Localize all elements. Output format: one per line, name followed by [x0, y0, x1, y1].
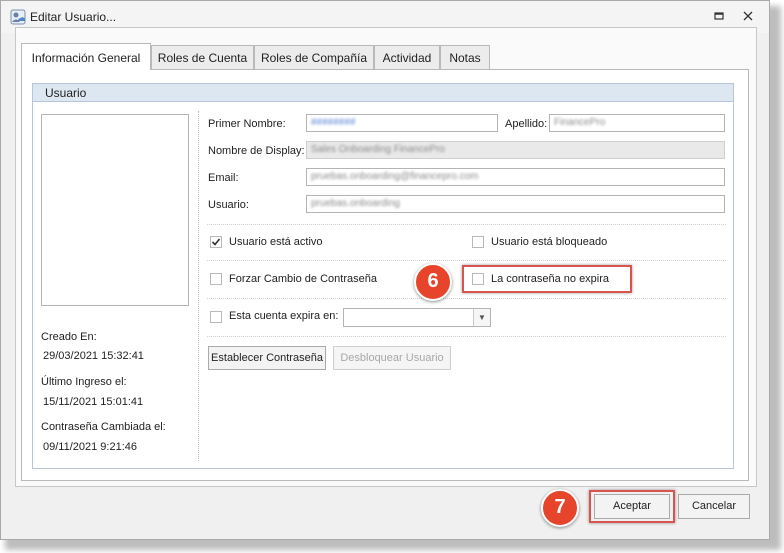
username-input[interactable]: pruebas.onboarding	[306, 195, 725, 213]
display-name-input[interactable]: Sales Onboarding FinancePro	[306, 141, 725, 159]
tab-roles-de-cuenta[interactable]: Roles de Cuenta	[151, 45, 254, 70]
last-name-input[interactable]: FinancePro	[549, 114, 725, 132]
close-icon-glyph	[743, 11, 753, 21]
separator-2	[207, 260, 726, 261]
last-name-value: FinancePro	[554, 117, 606, 128]
locked-checkbox-label: Usuario está bloqueado	[491, 236, 608, 248]
display-name-value: Sales Onboarding FinancePro	[311, 144, 445, 155]
group-title: Usuario	[45, 86, 87, 100]
email-input[interactable]: pruebas.onboarding@financepro.com	[306, 168, 725, 186]
account-expires-checkbox-label: Esta cuenta expira en:	[229, 310, 339, 322]
tab-actividad[interactable]: Actividad	[374, 45, 440, 70]
account-expires-checkbox[interactable]	[210, 311, 222, 323]
expiry-date-combo[interactable]: ▼	[343, 308, 491, 327]
unlock-user-button[interactable]: Desbloquear Usuario	[333, 346, 451, 370]
password-changed-value: 09/11/2021 9:21:46	[43, 441, 137, 453]
first-name-input[interactable]: ########	[306, 114, 498, 132]
window-title: Editar Usuario...	[30, 10, 117, 24]
created-label: Creado En:	[41, 331, 97, 343]
close-icon[interactable]	[741, 10, 755, 24]
highlight-box-no-expire	[462, 265, 632, 293]
user-photo[interactable]	[41, 114, 189, 306]
force-change-checkbox-label: Forzar Cambio de Contraseña	[229, 273, 377, 285]
locked-checkbox[interactable]	[472, 236, 484, 248]
separator-1	[207, 224, 726, 225]
restore-icon[interactable]	[712, 10, 726, 24]
username-value: pruebas.onboarding	[311, 198, 400, 209]
checkmark-icon	[211, 238, 221, 246]
username-label: Usuario:	[208, 199, 249, 211]
force-change-checkbox[interactable]	[210, 273, 222, 285]
first-name-value: ########	[311, 117, 356, 128]
step-marker-7: 7	[541, 489, 579, 527]
last-login-value: 15/11/2021 15:01:41	[43, 396, 144, 408]
restore-icon-glyph	[714, 12, 724, 20]
group-header: Usuario	[33, 84, 733, 102]
set-password-button[interactable]: Establecer Contraseña	[208, 346, 326, 370]
last-name-label: Apellido:	[505, 118, 548, 130]
created-value: 29/03/2021 15:32:41	[43, 350, 144, 362]
cancel-button[interactable]: Cancelar	[678, 494, 750, 519]
last-login-label: Último Ingreso el:	[41, 376, 127, 388]
vertical-separator	[198, 111, 199, 461]
separator-3	[207, 298, 726, 299]
email-value: pruebas.onboarding@financepro.com	[311, 171, 479, 182]
password-changed-label: Contraseña Cambiada el:	[41, 421, 166, 433]
edit-user-dialog: Editar Usuario... Información General Ro…	[0, 0, 770, 540]
highlight-box-accept	[589, 490, 675, 523]
tab-informacion-general[interactable]: Información General	[21, 43, 151, 70]
step-marker-6: 6	[414, 263, 452, 301]
active-checkbox-label: Usuario está activo	[229, 236, 323, 248]
tab-notas[interactable]: Notas	[440, 45, 490, 70]
separator-4	[207, 336, 726, 337]
user-cloud-icon	[10, 9, 26, 25]
first-name-label: Primer Nombre:	[208, 118, 286, 130]
tab-roles-de-compania[interactable]: Roles de Compañía	[254, 45, 374, 70]
chevron-down-icon[interactable]: ▼	[473, 309, 490, 326]
active-checkbox[interactable]	[210, 236, 222, 248]
email-label: Email:	[208, 172, 239, 184]
display-name-label: Nombre de Display:	[208, 145, 305, 157]
